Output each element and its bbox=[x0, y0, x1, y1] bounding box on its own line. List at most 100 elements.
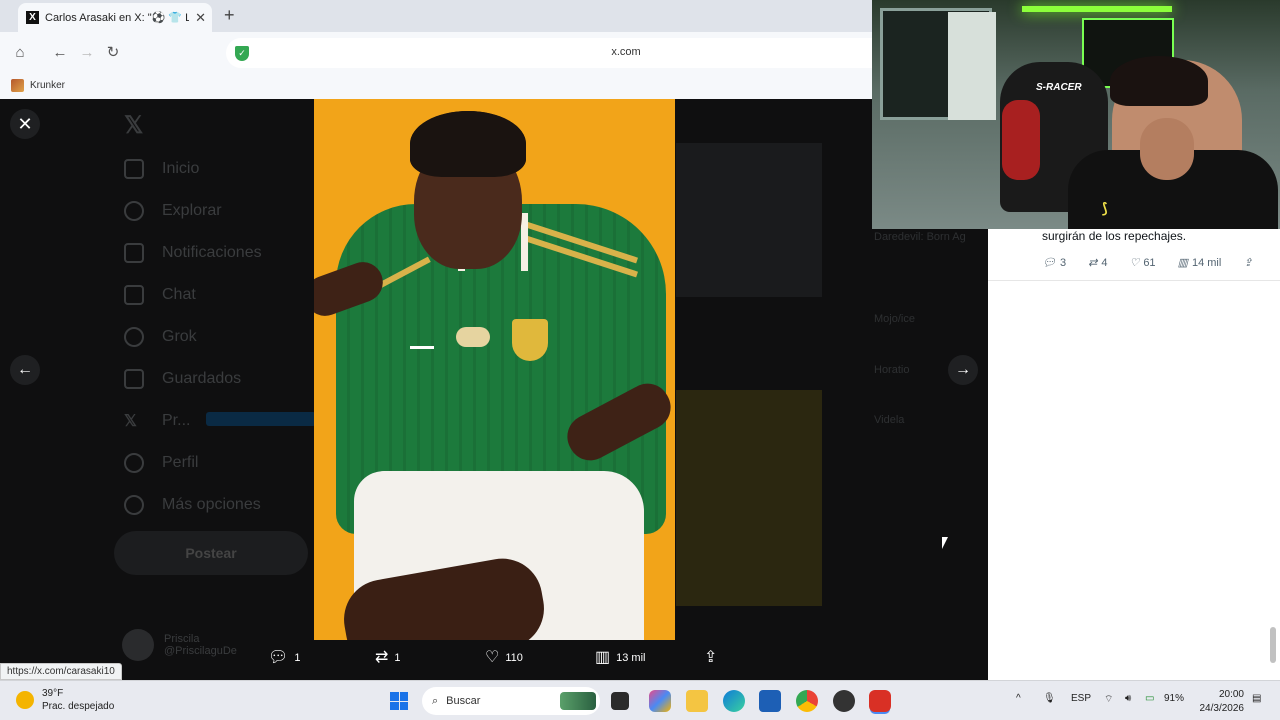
forward-icon[interactable]: → bbox=[78, 44, 96, 62]
grok-icon bbox=[124, 327, 144, 347]
adidas-logo-icon bbox=[410, 333, 434, 349]
file-explorer-icon[interactable] bbox=[686, 690, 708, 712]
sidebar-item-explorar[interactable]: Explorar bbox=[124, 201, 222, 221]
bell-icon bbox=[124, 243, 144, 263]
reply-action-bar: 💬︎ 3 ⇄ 4 ♡ 61 ▥ 14 mil ⇪ bbox=[1042, 256, 1253, 270]
hair-shape bbox=[410, 111, 526, 177]
search-highlight-image bbox=[560, 692, 596, 710]
like-button[interactable]: ♡ 61 bbox=[1129, 256, 1155, 270]
sidebar-item-mas-opciones[interactable]: Más opciones bbox=[124, 495, 261, 515]
battery-percent: 91% bbox=[1164, 693, 1185, 704]
microphone-icon[interactable]: 🎙︎ bbox=[1043, 693, 1056, 704]
reply-text: surgirán de los repechajes. bbox=[1042, 229, 1187, 243]
browser-toolbar: ⌂ ← → ↻ ✓ x.com bbox=[0, 32, 886, 74]
chrome-active-icon[interactable] bbox=[869, 690, 891, 712]
tab-close-icon[interactable]: ✕ bbox=[195, 10, 206, 26]
sidebar-item-label: Inicio bbox=[162, 160, 200, 177]
home-icon[interactable]: ⌂ bbox=[11, 44, 29, 62]
close-icon[interactable]: ✕ bbox=[10, 109, 40, 139]
post-button[interactable]: Postear bbox=[114, 531, 308, 575]
new-tab-icon[interactable]: + bbox=[224, 5, 235, 26]
sidebar-item-perfil[interactable]: Perfil bbox=[124, 453, 198, 473]
store-icon[interactable] bbox=[759, 690, 781, 712]
views-button[interactable]: ▥ 14 mil bbox=[1178, 256, 1222, 270]
search-placeholder: Buscar bbox=[446, 695, 481, 707]
team-crest-icon bbox=[512, 319, 548, 361]
bookmark-label: Krunker bbox=[30, 80, 66, 91]
scrollbar[interactable] bbox=[1270, 627, 1276, 663]
sidebar-item-label: Notificaciones bbox=[162, 244, 262, 261]
repost-button[interactable]: ⇄ 1 bbox=[375, 650, 401, 666]
taskbar-search[interactable]: ⌕ Buscar bbox=[422, 687, 600, 715]
edge-icon[interactable] bbox=[723, 690, 745, 712]
task-view-icon[interactable] bbox=[611, 692, 629, 710]
krunker-icon bbox=[11, 79, 24, 92]
sidebar-item-label: Chat bbox=[162, 286, 196, 303]
share-button[interactable]: ⇪ bbox=[1243, 256, 1252, 269]
sidebar-item-label: Pr... bbox=[162, 412, 191, 429]
chrome-icon[interactable] bbox=[796, 690, 818, 712]
reply-panel: surgirán de los repechajes. 💬︎ 3 ⇄ 4 ♡ 61 ▥… bbox=[988, 229, 1280, 680]
sidebar-item-inicio[interactable]: Inicio bbox=[124, 159, 199, 179]
sidebar-item-label: Explorar bbox=[162, 202, 222, 219]
background-media-thumb bbox=[676, 143, 822, 297]
gaming-chair-accent bbox=[1002, 100, 1040, 180]
weather-widget[interactable]: 39°F Prac. despejado bbox=[16, 687, 114, 713]
next-arrow-icon[interactable]: → bbox=[948, 355, 978, 385]
federation-badge-icon bbox=[456, 327, 490, 347]
copilot-icon[interactable] bbox=[649, 690, 671, 712]
sidebar-item-chat[interactable]: Chat bbox=[124, 285, 196, 305]
search-icon: ⌕ bbox=[432, 694, 439, 707]
windows-start-icon[interactable] bbox=[390, 692, 408, 710]
heart-icon: ♡ bbox=[485, 649, 500, 666]
wifi-icon[interactable]: ⌔ bbox=[1104, 693, 1113, 706]
obs-icon[interactable] bbox=[833, 690, 855, 712]
notification-icon[interactable]: ▤ bbox=[1252, 693, 1261, 704]
neon-light bbox=[1022, 6, 1172, 12]
x-logo-icon: 𝕏 bbox=[124, 112, 144, 139]
reload-icon[interactable]: ↻ bbox=[104, 44, 122, 62]
heart-icon: ♡ bbox=[1129, 257, 1140, 269]
date: 24/3/2026 bbox=[1199, 702, 1245, 714]
repost-button[interactable]: ⇄ 4 bbox=[1088, 256, 1107, 270]
repost-count: 1 bbox=[394, 652, 401, 664]
divider bbox=[988, 280, 1280, 281]
x-favicon-icon: X bbox=[26, 11, 39, 24]
link-status-bubble: https://x.com/carasaki10 bbox=[0, 663, 122, 680]
media-action-bar: 💬︎ 1 ⇄ 1 ♡ 110 ▥ 13 mil ⇪ bbox=[0, 640, 988, 680]
browser-tab-bar: X Carlos Arasaki en X: "⚽ 👕 La ✕ + bbox=[0, 0, 872, 32]
sidebar-item-notificaciones[interactable]: Notificaciones bbox=[124, 243, 262, 263]
reply-count: 3 bbox=[1059, 256, 1067, 269]
views-button[interactable]: ▥ 13 mil bbox=[595, 650, 645, 666]
clock[interactable]: 20:00 24/3/2026 bbox=[1198, 688, 1245, 715]
bookmark-icon bbox=[124, 369, 144, 389]
windows-taskbar: 39°F Prac. despejado ⌕ Buscar ^ 🎙︎ ESP ⌔… bbox=[0, 680, 1280, 720]
home-icon bbox=[124, 159, 144, 179]
back-icon[interactable]: ← bbox=[51, 44, 69, 62]
room-window bbox=[948, 12, 996, 120]
sidebar-item-label: Más opciones bbox=[162, 496, 261, 513]
sidebar-item-grok[interactable]: Grok bbox=[124, 327, 197, 347]
sidebar-item-premium[interactable]: 𝕏 Pr... bbox=[124, 411, 190, 431]
tab-title: Carlos Arasaki en X: "⚽ 👕 La bbox=[45, 12, 190, 24]
tray-overflow-icon[interactable]: ^ bbox=[1016, 693, 1021, 704]
repost-icon: ⇄ bbox=[1088, 257, 1098, 269]
reply-button[interactable]: 💬︎ 1 bbox=[268, 650, 300, 666]
temperature: 39°F bbox=[42, 688, 64, 699]
language-indicator[interactable]: ESP bbox=[1071, 693, 1091, 704]
previous-arrow-icon[interactable]: ← bbox=[10, 355, 40, 385]
like-button[interactable]: ♡ 110 bbox=[485, 650, 523, 666]
trend-item: Daredevil: Born Ag bbox=[874, 231, 966, 243]
search-icon bbox=[124, 201, 144, 221]
volume-icon[interactable]: 🔊︎ bbox=[1125, 693, 1131, 704]
address-bar[interactable]: ✓ x.com bbox=[226, 38, 886, 68]
share-icon: ⇪ bbox=[1243, 257, 1253, 269]
bookmark-krunker[interactable]: Krunker bbox=[11, 79, 65, 92]
browser-tab[interactable]: X Carlos Arasaki en X: "⚽ 👕 La ✕ bbox=[18, 3, 212, 32]
media-photo bbox=[314, 99, 675, 640]
battery-icon[interactable]: ▭ bbox=[1145, 693, 1154, 704]
time: 20:00 bbox=[1218, 689, 1244, 700]
reply-button[interactable]: 💬︎ 3 bbox=[1042, 256, 1067, 270]
share-button[interactable]: ⇪ bbox=[704, 650, 717, 666]
sidebar-item-guardados[interactable]: Guardados bbox=[124, 369, 241, 389]
